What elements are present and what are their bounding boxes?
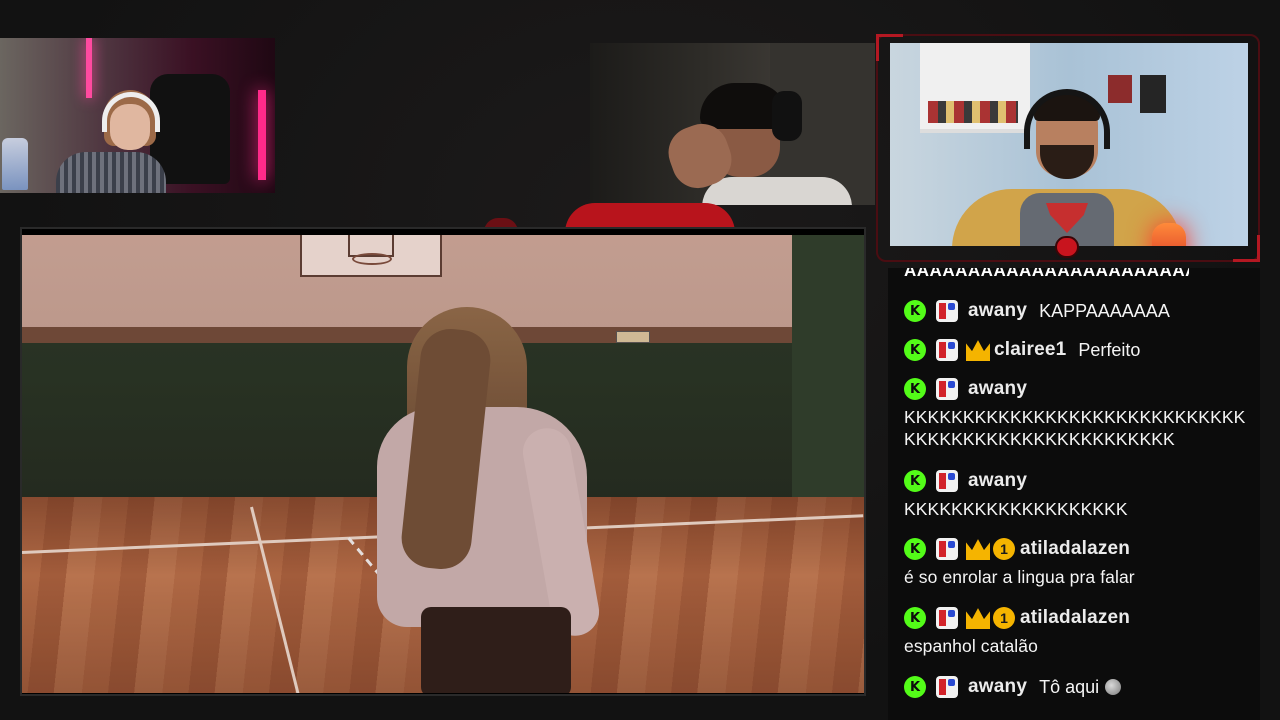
chat-username[interactable]: awany [968,676,1027,698]
flag-badge-icon [936,339,958,361]
chat-text: KKKKKKKKKKKKKKKKKKK [904,499,1128,519]
chat-username[interactable]: clairee1 [994,339,1066,361]
chat-panel[interactable]: AAAAAAAAAAAAAAAAAAAAAAAA K awany KAPPAAA… [888,268,1260,720]
kick-badge-icon: K [904,339,926,361]
water-bottle [2,138,28,190]
kick-badge-icon: K [904,538,926,560]
webcam-center [590,43,875,205]
face-emote-icon [1105,679,1122,695]
main-video[interactable] [22,235,864,693]
streamer-left [56,90,166,193]
flag-badge-icon [936,300,958,322]
neon-light [86,38,92,98]
chat-message: K clairee1 Perfeito [904,335,1254,365]
chat-username[interactable]: awany [968,378,1027,400]
sub-badge-icon: 1 [993,607,1015,629]
chat-username[interactable]: awany [968,470,1027,492]
kick-badge-icon: K [904,676,926,698]
crown-badge-icon [966,539,990,560]
crown-badge-icon [966,340,990,361]
chat-text: Perfeito [1078,339,1141,360]
kick-badge-icon: K [904,300,926,322]
chat-text: KAPPAAAAAAA [1039,300,1170,321]
flag-badge-icon [936,470,958,492]
chat-message: K 1 atiladalazen é so enrolar a lingua p… [904,534,1254,588]
chat-message: K awany KKKKKKKKKKKKKKKKKKK [904,466,1254,520]
kick-badge-icon: K [904,378,926,400]
chat-message: K awany Tô aqui [904,672,1254,702]
chat-text: é so enrolar a lingua pra falar [904,567,1135,587]
streamer-center [652,81,852,205]
chat-username[interactable]: atiladalazen [1020,607,1130,629]
chat-message: K 1 atiladalazen espanhol catalão [904,603,1254,657]
flag-badge-icon [936,607,958,629]
chat-text: espanhol catalão [904,636,1038,656]
neon-light [258,90,266,180]
streamer-right [942,89,1192,246]
stream-overlay: AAAAAAAAAAAAAAAAAAAAAAAA K awany KAPPAAA… [0,0,1280,720]
chat-message: K awany KKKKKKKKKKKKKKKKKKKKKKKKKKKKKKKK… [904,374,1254,450]
flag-badge-icon [936,676,958,698]
chat-text: KKKKKKKKKKKKKKKKKKKKKKKKKKKKKKKKKKKKKKKK… [904,407,1246,449]
chat-text: Tô aqui [1039,676,1100,697]
chat-username[interactable]: atiladalazen [1020,538,1130,560]
sub-badge-icon: 1 [993,538,1015,560]
chat-message: K awany KAPPAAAAAAA [904,296,1254,326]
crown-badge-icon [966,608,990,629]
webcam-left [0,38,275,193]
flag-badge-icon [936,378,958,400]
kick-badge-icon: K [904,607,926,629]
chat-username[interactable]: awany [968,300,1027,322]
flag-badge-icon [936,538,958,560]
kick-badge-icon: K [904,470,926,492]
ladybug-icon [1055,236,1079,258]
chat-message-cutoff: AAAAAAAAAAAAAAAAAAAAAAAA [904,268,1189,278]
webcam-right [890,43,1248,246]
